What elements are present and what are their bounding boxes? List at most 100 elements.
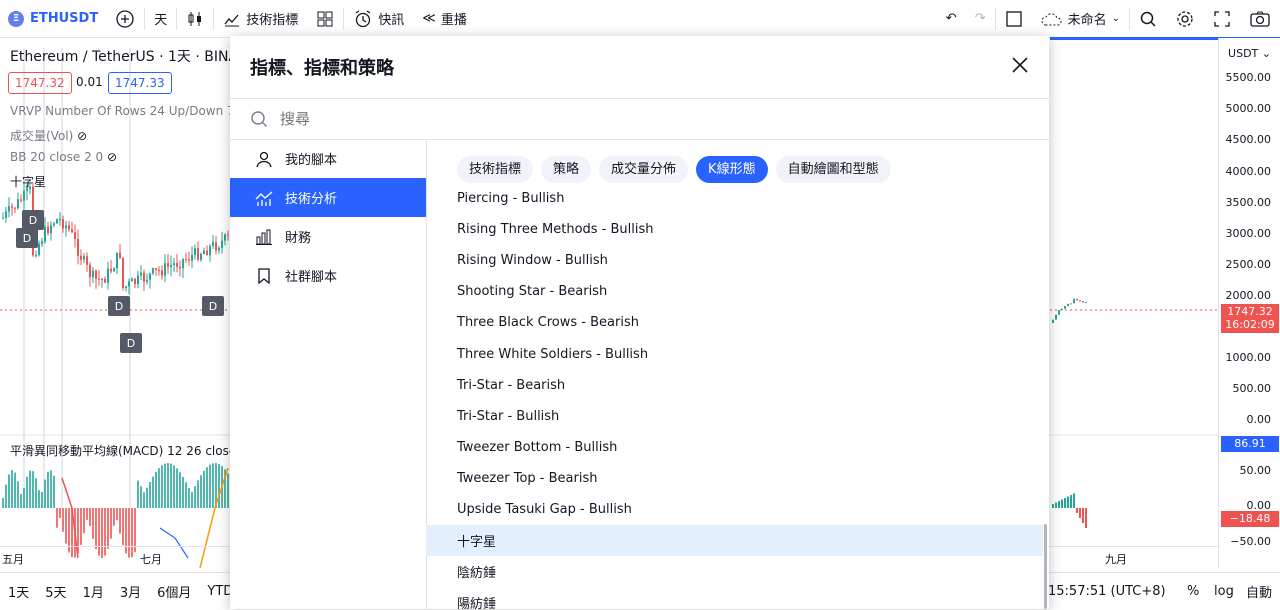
price-axis[interactable]: USDT ⌄ 5500.00 5000.00 4500.00 4000.00 3… <box>1218 38 1280 568</box>
bid-price[interactable]: 1747.32 <box>8 72 72 94</box>
list-item[interactable]: Three Black Crows - Bearish <box>426 307 1043 338</box>
list-item[interactable]: Shooting Star - Bearish <box>426 276 1043 307</box>
interval-label: 天 <box>154 13 168 28</box>
list-item[interactable]: 陰紡錘 <box>426 556 1043 587</box>
pattern-marker[interactable]: D <box>16 228 38 248</box>
legend-bb[interactable]: BB 20 close 2 0 ⊘ <box>10 150 117 164</box>
percent-toggle[interactable]: % <box>1187 584 1199 599</box>
macd-bar <box>170 463 172 508</box>
pattern-marker[interactable]: D <box>120 333 142 353</box>
macd-bar <box>32 471 34 508</box>
snapshot-button[interactable] <box>1240 0 1280 37</box>
fullscreen-select-button[interactable] <box>996 0 1032 37</box>
tab-strategies[interactable]: 策略 <box>541 156 592 183</box>
alert-button[interactable]: 快訊 <box>344 0 413 37</box>
redo-button[interactable]: ↷ <box>966 0 995 37</box>
settings-button[interactable] <box>1166 0 1204 37</box>
undo-button[interactable]: ↶ <box>937 0 966 37</box>
candle-body <box>101 279 103 281</box>
candle-body <box>149 273 151 280</box>
square-icon <box>1005 10 1022 27</box>
grid-icon <box>317 11 333 26</box>
chart-type-button[interactable] <box>177 0 213 37</box>
candle-body <box>65 225 67 229</box>
candle-body <box>68 225 70 230</box>
macd-bar <box>143 492 145 508</box>
range-3m[interactable]: 3月 <box>112 582 149 601</box>
sidebar-item-community-scripts[interactable]: 社群腳本 <box>230 256 426 295</box>
tab-auto-patterns[interactable]: 自動繪圖和型態 <box>775 156 891 183</box>
search-button[interactable] <box>1130 0 1166 37</box>
list-item[interactable]: Rising Window - Bullish <box>426 245 1043 276</box>
list-item-highlighted[interactable]: 十字星 <box>426 525 1043 557</box>
list-item[interactable]: 陽紡錘 <box>426 587 1043 609</box>
legend-macd[interactable]: 平滑異同移動平均線(MACD) 12 26 close <box>10 442 236 459</box>
macd-bar <box>158 468 160 508</box>
legend-volume[interactable]: 成交量(Vol) ⊘ <box>10 127 87 144</box>
legend-vrvp[interactable]: VRVP Number Of Rows 24 Up/Down 70 <box>10 104 242 118</box>
sidebar-item-technicals[interactable]: 技術分析 <box>230 178 426 217</box>
list-item[interactable]: Rising Three Methods - Bullish <box>426 214 1043 245</box>
eye-off-icon[interactable]: ⊘ <box>77 129 87 143</box>
pattern-marker[interactable]: D <box>22 210 44 230</box>
bar-countdown: 16:02:09 <box>1225 318 1275 331</box>
tab-technicals[interactable]: 技術指標 <box>457 156 534 183</box>
range-5d[interactable]: 5天 <box>37 582 74 601</box>
candle-body <box>224 234 226 241</box>
legend-volume-label: 成交量(Vol) <box>10 129 74 143</box>
ask-price[interactable]: 1747.33 <box>108 72 172 94</box>
currency-label[interactable]: USDT ⌄ <box>1228 47 1271 60</box>
range-6m[interactable]: 6個月 <box>149 582 199 601</box>
replay-button[interactable]: ≪ 重播 <box>413 0 476 37</box>
list-item[interactable]: Upside Tasuki Gap - Bullish <box>426 494 1043 525</box>
tab-volume-profile[interactable]: 成交量分佈 <box>599 156 689 183</box>
candle-body <box>47 226 49 234</box>
legend-doji[interactable]: 十字星 <box>10 173 46 190</box>
log-toggle[interactable]: log <box>1214 584 1234 599</box>
toolbar-right: ↶ ↷ 未命名 ⌄ <box>937 0 1280 37</box>
indicators-button[interactable]: 技術指標 <box>214 0 307 37</box>
list-item[interactable]: Piercing - Bullish <box>426 183 1043 214</box>
macd-bar <box>113 508 115 526</box>
layouts-button[interactable] <box>307 0 343 37</box>
symbol-search-button[interactable]: Ξ ETHUSDT <box>0 0 106 37</box>
fullscreen-button[interactable] <box>1204 0 1240 37</box>
macd-bar <box>50 470 52 508</box>
candle-body <box>212 242 214 246</box>
clock[interactable]: 15:57:51 (UTC+8) <box>1048 584 1166 599</box>
pattern-marker[interactable]: D <box>202 296 224 316</box>
range-1d[interactable]: 1天 <box>0 582 37 601</box>
sidebar-item-financials[interactable]: 財務 <box>230 217 426 256</box>
candle-body <box>185 259 187 261</box>
candle-body <box>173 263 175 266</box>
candle-body <box>158 269 160 271</box>
interval-button[interactable]: 天 <box>145 0 176 37</box>
eye-off-icon[interactable]: ⊘ <box>107 150 117 164</box>
scrollbar[interactable] <box>1044 524 1047 609</box>
macd-bar <box>26 476 28 508</box>
layout-name-button[interactable]: 未命名 ⌄ <box>1032 0 1129 37</box>
sidebar-item-my-scripts[interactable]: 我的腳本 <box>230 139 426 178</box>
list-item[interactable]: Tweezer Bottom - Bullish <box>426 432 1043 463</box>
candle-body <box>59 218 61 220</box>
macd-bar <box>200 475 202 508</box>
list-item[interactable]: Three White Soldiers - Bullish <box>426 338 1043 369</box>
tab-candlestick-patterns[interactable]: K線形態 <box>696 156 768 183</box>
candle-body <box>56 219 58 224</box>
search-input[interactable] <box>278 109 982 129</box>
bookmark-icon <box>258 267 270 284</box>
alarm-clock-icon <box>355 9 371 27</box>
macd-bar <box>116 508 118 521</box>
auto-toggle[interactable]: 自動 <box>1246 582 1272 601</box>
compare-button[interactable] <box>106 0 144 37</box>
price-label: 5500.00 <box>1225 71 1272 84</box>
macd-bar <box>44 479 46 508</box>
list-item[interactable]: Tri-Star - Bullish <box>426 401 1043 432</box>
close-button[interactable] <box>1011 55 1029 80</box>
list-item[interactable]: Tweezer Top - Bearish <box>426 463 1043 494</box>
candle-body <box>23 190 25 201</box>
candle-body <box>134 278 136 285</box>
range-1m[interactable]: 1月 <box>75 582 112 601</box>
pattern-marker[interactable]: D <box>108 296 130 316</box>
list-item[interactable]: Tri-Star - Bearish <box>426 370 1043 401</box>
